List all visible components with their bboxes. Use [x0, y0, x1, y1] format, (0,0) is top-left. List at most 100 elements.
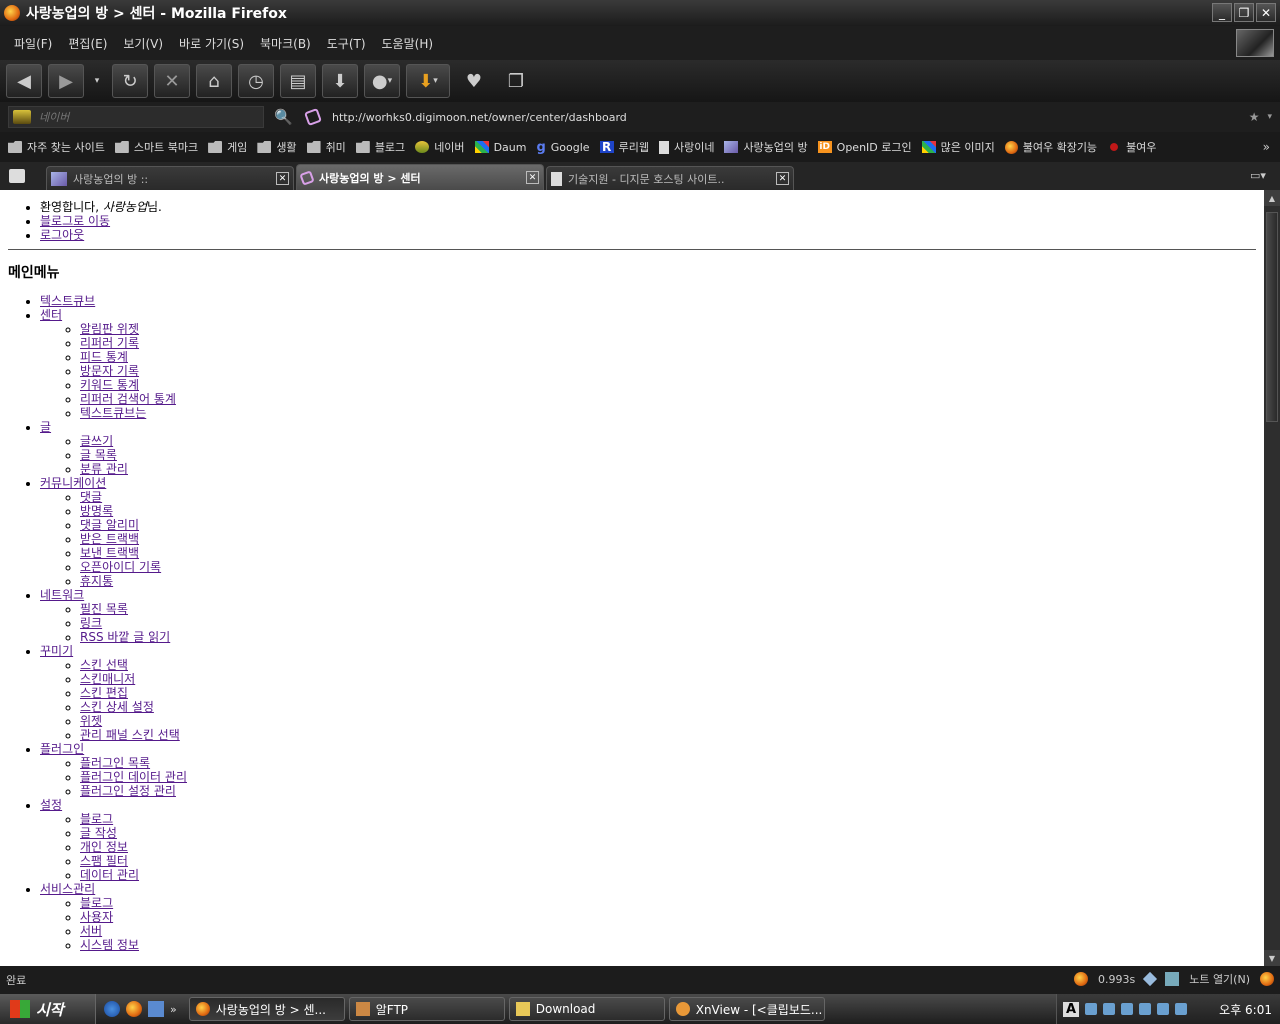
close-button[interactable]: ✕ [1256, 3, 1276, 22]
url-dropdown-icon[interactable]: ▾ [1267, 112, 1272, 122]
bookmark-item[interactable]: 취미 [306, 139, 346, 155]
minimize-button[interactable]: _ [1212, 3, 1232, 22]
bookmark-item[interactable]: 생활 [257, 139, 297, 155]
menu-section-link[interactable]: 꾸미기 [40, 644, 73, 658]
submenu-link[interactable]: 링크 [80, 616, 102, 630]
go-to-blog-link[interactable]: 블로그로 이동 [40, 214, 110, 228]
bookmark-item[interactable]: 네이버 [415, 139, 465, 155]
scroll-thumb[interactable] [1266, 212, 1278, 422]
submenu-link[interactable]: 플러그인 목록 [80, 756, 150, 770]
home-button[interactable]: ⌂ [196, 64, 232, 98]
submenu-link[interactable]: 스킨매니저 [80, 672, 135, 686]
close-icon[interactable]: ✕ [526, 171, 539, 184]
bookmark-item[interactable]: 사랑농업의 방 [724, 139, 808, 155]
firefox-icon[interactable] [126, 1001, 142, 1017]
submenu-link[interactable]: 플러그인 데이터 관리 [80, 770, 187, 784]
tray-icon[interactable] [1121, 1003, 1133, 1015]
submenu-link[interactable]: 보낸 트랙백 [80, 546, 139, 560]
menu-section-link[interactable]: 글 [40, 420, 51, 434]
submenu-link[interactable]: 데이터 관리 [80, 868, 139, 882]
submenu-link[interactable]: 필진 목록 [80, 602, 128, 616]
bookmark-item[interactable]: 불여우 [1107, 139, 1156, 155]
xnview-icon[interactable] [148, 1001, 164, 1017]
ghost-icon-button[interactable]: ♥ [456, 64, 492, 98]
bookmark-item[interactable]: Daum [474, 141, 526, 154]
tray-icon[interactable] [1157, 1003, 1169, 1015]
firefox-icon[interactable] [1260, 972, 1274, 986]
submenu-link[interactable]: 휴지통 [80, 574, 113, 588]
bookmark-item[interactable]: 자주 찾는 사이트 [8, 139, 105, 155]
submenu-link[interactable]: 텍스트큐브는 [80, 406, 146, 420]
windows-button[interactable]: ❐ [498, 64, 534, 98]
quick-launch-more[interactable]: » [170, 1003, 177, 1016]
tray-icon[interactable] [1139, 1003, 1151, 1015]
bookmark-item[interactable]: g Google [536, 140, 589, 155]
tag-icon[interactable] [1143, 971, 1158, 987]
scroll-down-button[interactable]: ▼ [1264, 950, 1280, 966]
submenu-link[interactable]: 스킨 편집 [80, 686, 128, 700]
submenu-link[interactable]: 방문자 기록 [80, 364, 139, 378]
bookmark-item[interactable]: 사랑이네 [658, 139, 714, 155]
submenu-link[interactable]: 글 목록 [80, 448, 117, 462]
bookmark-item[interactable]: 불여우 확장기능 [1004, 139, 1097, 155]
tab-list-button[interactable]: ▭ ▾ [1250, 166, 1274, 184]
taskbar-firefox[interactable]: 사랑농업의 방 > 센... [188, 997, 345, 1021]
bookmarks-overflow-button[interactable]: » [1263, 140, 1270, 154]
logout-link[interactable]: 로그아웃 [40, 228, 84, 242]
submenu-link[interactable]: 리퍼러 기록 [80, 336, 139, 350]
submenu-link[interactable]: 블로그 [80, 896, 113, 910]
menu-bookmarks[interactable]: 북마크(B) [252, 35, 319, 52]
stop-button[interactable]: ✕ [154, 64, 190, 98]
download-button[interactable]: ⬇ [322, 64, 358, 98]
bookmark-item[interactable]: 게임 [208, 139, 247, 155]
history-dropdown-button[interactable]: ▾ [90, 64, 104, 98]
restore-button[interactable]: ❐ [1234, 3, 1254, 22]
submenu-link[interactable]: RSS 바깥 글 읽기 [80, 630, 170, 644]
tab-center[interactable]: 사랑농업의 방 > 센터 ✕ [296, 164, 544, 190]
vertical-scrollbar[interactable]: ▲ ▼ [1264, 190, 1280, 966]
menu-view[interactable]: 보기(V) [115, 35, 171, 52]
submenu-link[interactable]: 댓글 알리미 [80, 518, 139, 532]
bookmarks-button[interactable]: ▤ [280, 64, 316, 98]
menu-section-link[interactable]: 센터 [40, 308, 62, 322]
submenu-link[interactable]: 오픈아이디 기록 [80, 560, 161, 574]
submenu-link[interactable]: 서버 [80, 924, 102, 938]
menu-file[interactable]: 파일(F) [6, 35, 60, 52]
volume-icon[interactable] [1175, 1003, 1187, 1015]
submenu-link[interactable]: 받은 트랙백 [80, 532, 139, 546]
submenu-link[interactable]: 피드 통계 [80, 350, 128, 364]
menu-tools[interactable]: 도구(T) [319, 35, 374, 52]
ime-indicator[interactable]: A [1063, 1001, 1079, 1017]
menu-edit[interactable]: 편집(E) [60, 35, 115, 52]
menu-section-link[interactable]: 커뮤니케이션 [40, 476, 106, 490]
url-input[interactable] [330, 109, 1243, 125]
submenu-link[interactable]: 방명록 [80, 504, 113, 518]
open-notes-button[interactable]: 노트 열기(N) [1189, 971, 1250, 987]
taskbar-alftp[interactable]: 알FTP [348, 997, 505, 1021]
submenu-link[interactable]: 스팸 필터 [80, 854, 128, 868]
extension-button[interactable]: ● ▾ [364, 64, 400, 98]
reload-button[interactable]: ↻ [112, 64, 148, 98]
close-icon[interactable]: ✕ [776, 172, 789, 185]
submenu-link[interactable]: 글 작성 [80, 826, 117, 840]
close-icon[interactable]: ✕ [276, 172, 289, 185]
naver-engine-icon[interactable] [13, 110, 31, 124]
submenu-link[interactable]: 관리 패널 스킨 선택 [80, 728, 180, 742]
forward-button[interactable]: ▶ [48, 64, 84, 98]
tab-support[interactable]: 기술지원 - 디지문 호스팅 사이트.. ✕ [546, 166, 794, 190]
bookmark-item[interactable]: 스마트 북마크 [114, 139, 198, 155]
submenu-link[interactable]: 스킨 상세 설정 [80, 700, 154, 714]
submenu-link[interactable]: 플러그인 설정 관리 [80, 784, 176, 798]
menu-help[interactable]: 도움말(H) [374, 35, 442, 52]
menu-section-link[interactable]: 텍스트큐브 [40, 294, 95, 308]
submenu-link[interactable]: 댓글 [80, 490, 102, 504]
menu-section-link[interactable]: 서비스관리 [40, 882, 95, 896]
tab-blog[interactable]: 사랑농업의 방 :: ✕ [46, 166, 294, 190]
submenu-link[interactable]: 개인 정보 [80, 840, 128, 854]
firebug-icon[interactable] [1073, 972, 1088, 986]
start-button[interactable]: 시작 [0, 994, 96, 1024]
ie-icon[interactable] [104, 1001, 120, 1017]
submenu-link[interactable]: 키워드 통계 [80, 378, 139, 392]
scroll-up-button[interactable]: ▲ [1264, 190, 1280, 206]
search-input[interactable] [37, 109, 241, 125]
